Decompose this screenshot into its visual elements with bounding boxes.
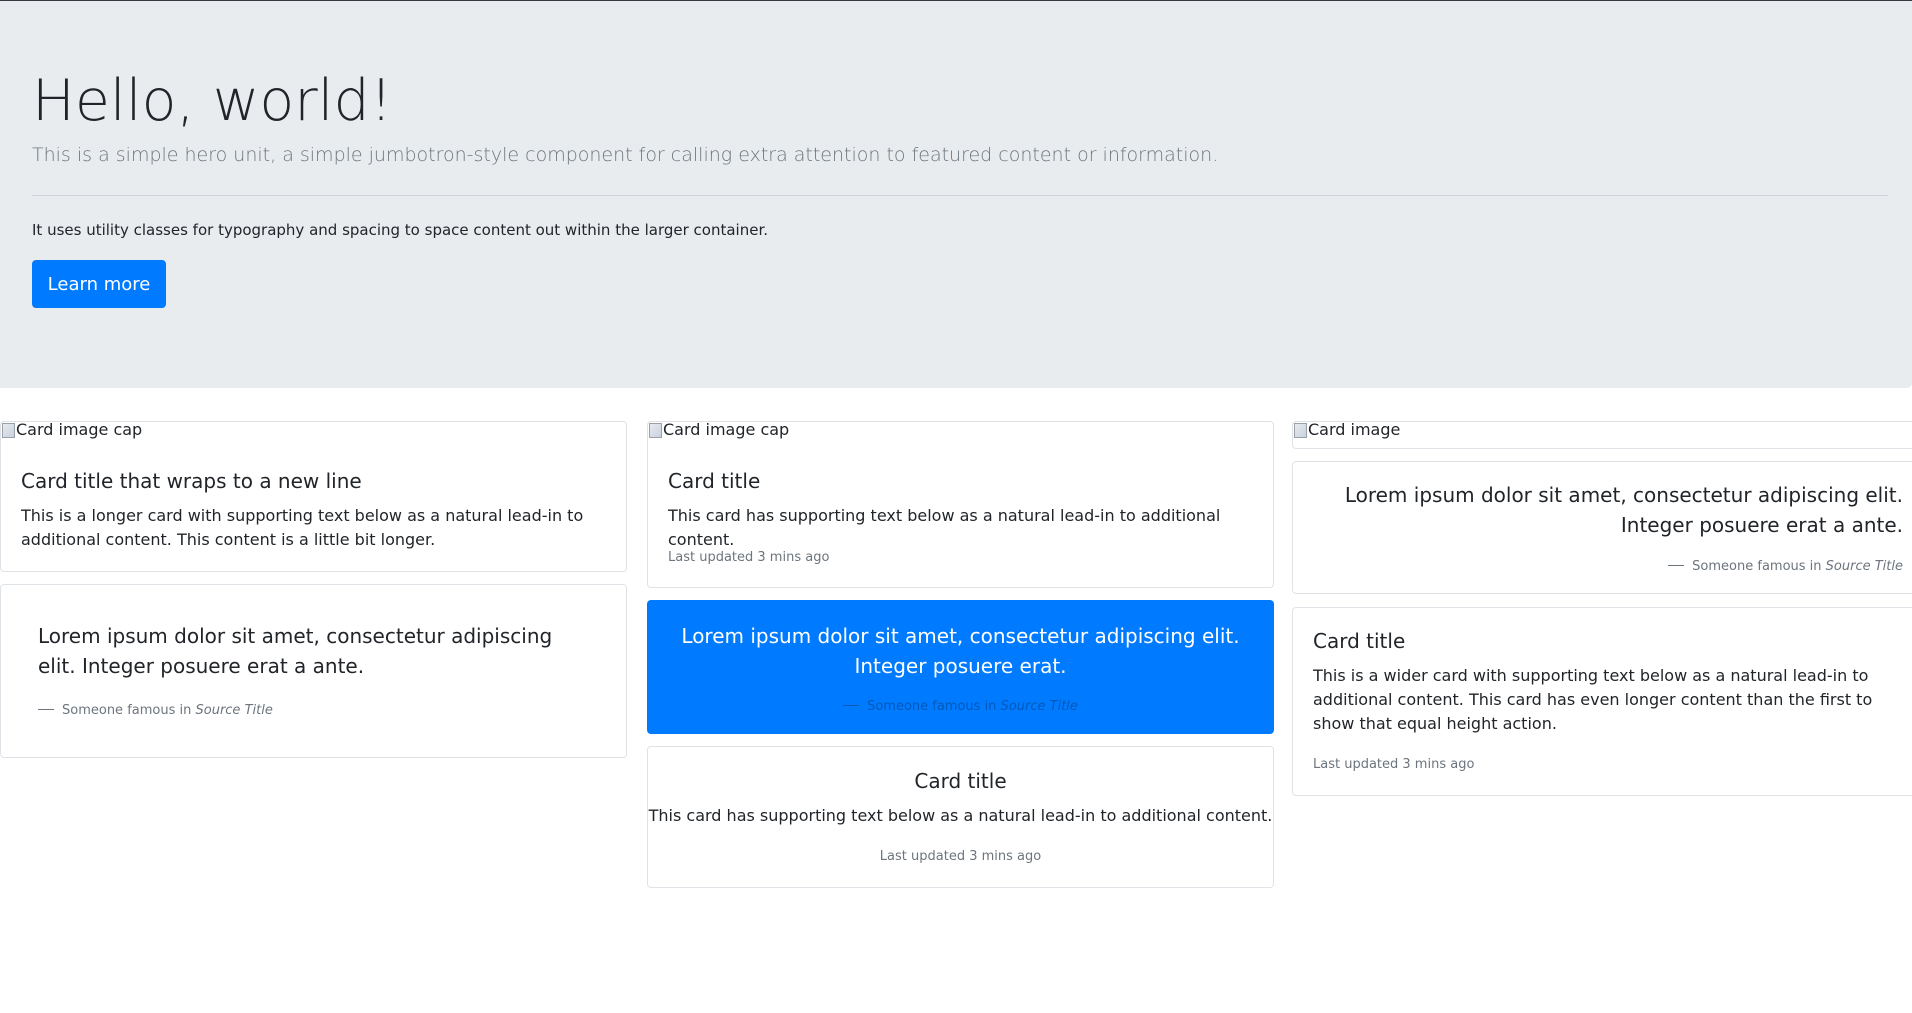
quote-text: Lorem ipsum dolor sit amet, consectetur … <box>681 624 1240 678</box>
broken-image-icon <box>1 422 15 438</box>
quote-footer-prefix: Someone famous in <box>867 699 997 714</box>
last-updated-text: Last updated 3 mins ago <box>879 849 1042 864</box>
card-title: Card title that wraps to a new line <box>21 469 362 493</box>
dash-glyph <box>1668 565 1685 566</box>
quote-footer-prefix: Someone famous in <box>1692 559 1822 574</box>
card-image: Card image <box>1293 422 1400 438</box>
primary-quote-card: Lorem ipsum dolor sit amet, consectetur … <box>647 600 1274 734</box>
learn-more-button[interactable]: Learn more <box>32 260 166 308</box>
last-updated-text: Last updated 3 mins ago <box>668 550 830 565</box>
card-image-alt-text: Card image cap <box>16 420 143 439</box>
right-aligned-quote-card: Lorem ipsum dolor sit amet, consectetur … <box>1292 461 1912 594</box>
quote-text: Lorem ipsum dolor sit amet, consectetur … <box>1344 483 1903 537</box>
card-title: Card image cap Card title This card has … <box>647 421 1274 588</box>
card-title-wraps: Card image cap Card title that wraps to … <box>0 421 627 572</box>
quote-footer: Someone famous in Source Title <box>38 703 273 718</box>
centered-card: Card title This card has supporting text… <box>647 746 1274 888</box>
quote-text: Lorem ipsum dolor sit amet, consectetur … <box>38 624 553 678</box>
quote-footer-cite: Source Title <box>1000 699 1078 714</box>
hero-title: Hello, world! <box>32 68 393 134</box>
hero-text: It uses utility classes for typography a… <box>32 221 768 239</box>
jumbotron: Hello, world! This is a simple hero unit… <box>0 1 1912 388</box>
card-text: This is a longer card with supporting te… <box>21 506 584 549</box>
card-title: Card title <box>914 769 1007 793</box>
card-image-alt-text: Card image cap <box>663 420 790 439</box>
card-image-cap: Card image cap <box>1 422 142 438</box>
hero-lead: This is a simple hero unit, a simple jum… <box>32 144 1219 166</box>
dash-glyph <box>38 709 54 710</box>
quote-footer: Someone famous in Source Title <box>648 699 1273 714</box>
last-updated-text: Last updated 3 mins ago <box>1313 757 1475 772</box>
broken-image-icon <box>1293 422 1307 438</box>
card-title: Card title <box>668 469 761 493</box>
image-card: Card image <box>1292 421 1912 449</box>
quote-footer: Someone famous in Source Title <box>1313 559 1903 574</box>
quote-footer-cite: Source Title <box>195 703 273 718</box>
quote-card: Lorem ipsum dolor sit amet, consectetur … <box>0 584 627 758</box>
card-image-cap: Card image cap <box>648 422 789 438</box>
card-title: Card title <box>1313 629 1406 653</box>
dash-glyph <box>843 705 860 706</box>
quote-footer-cite: Source Title <box>1825 559 1903 574</box>
broken-image-icon <box>648 422 662 438</box>
card-image-alt-text: Card image <box>1308 420 1401 439</box>
card-text: This card has supporting text below as a… <box>668 506 1221 549</box>
card-text: This is a wider card with supporting tex… <box>1313 666 1873 733</box>
card-text: This card has supporting text below as a… <box>648 806 1273 825</box>
wider-card: Card title This is a wider card with sup… <box>1292 607 1912 796</box>
quote-footer-prefix: Someone famous in <box>62 703 192 718</box>
hero-divider <box>32 195 1888 196</box>
